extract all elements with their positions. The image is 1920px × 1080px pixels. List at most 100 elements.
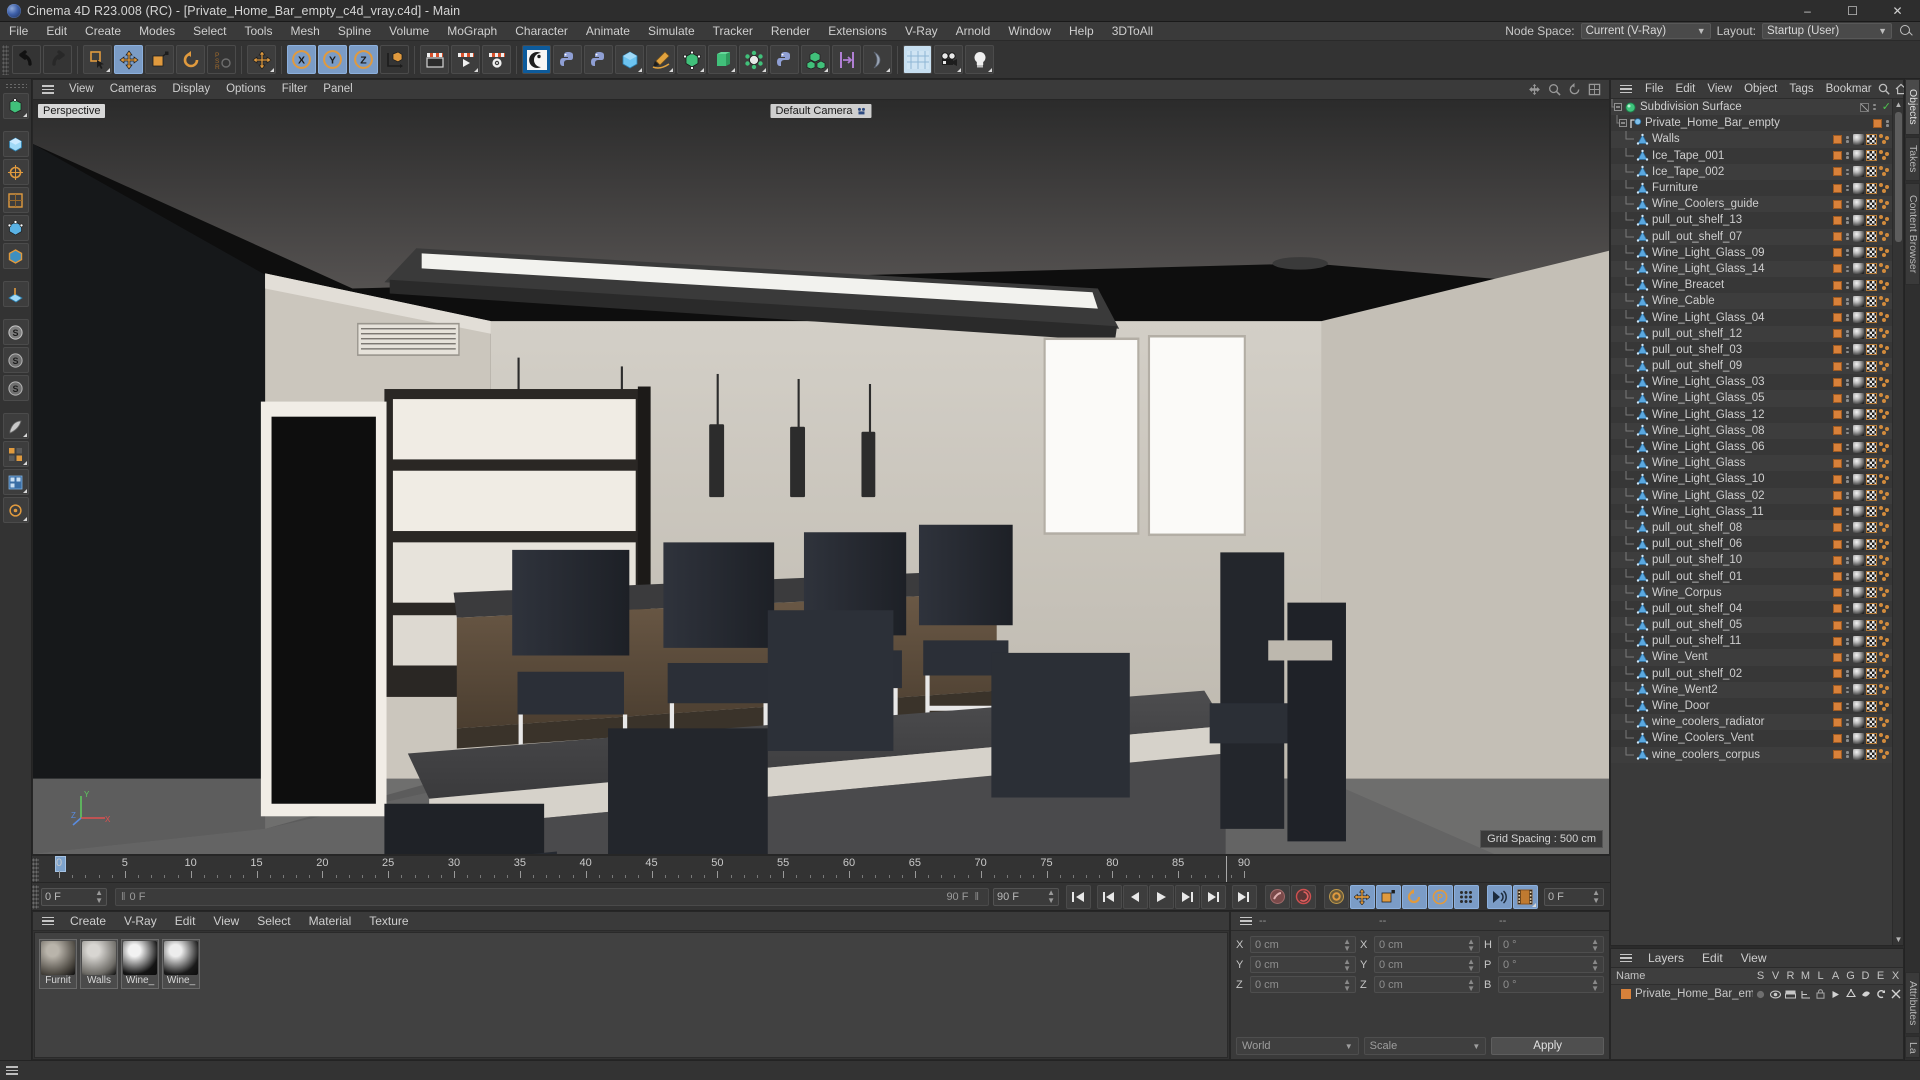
size-y-field[interactable]: 0 cm ▲ ▼ [1374, 956, 1480, 973]
phong-tag-icon[interactable] [1879, 392, 1891, 404]
material-tag-icon[interactable] [1853, 554, 1864, 566]
object-menu-file[interactable]: File [1639, 80, 1670, 99]
range-handle-icon[interactable]: ‖ [121, 891, 126, 903]
object-layer-color[interactable] [1833, 474, 1843, 484]
phong-tag-icon[interactable] [1879, 376, 1891, 388]
camera-label[interactable]: Default Camera [770, 104, 872, 118]
rotate-tool[interactable] [176, 45, 205, 74]
object-layer-color[interactable] [1833, 491, 1843, 501]
phong-tag-icon[interactable] [1879, 295, 1891, 307]
uv-tag-icon[interactable] [1866, 635, 1877, 647]
uv-tag-icon[interactable] [1866, 716, 1877, 728]
viewport-menu-view[interactable]: View [61, 80, 102, 99]
object-layer-color[interactable] [1833, 296, 1843, 306]
layer-manager-toggle[interactable] [1798, 990, 1813, 999]
material-tag-icon[interactable] [1853, 231, 1864, 243]
menu-help[interactable]: Help [1060, 22, 1103, 41]
phong-tag-icon[interactable] [1879, 457, 1891, 469]
object-menu-bookmark[interactable]: Bookmar [1820, 80, 1878, 99]
object-layer-color[interactable] [1833, 717, 1843, 727]
object-group-row[interactable]: Subdivision Surface ✓ [1611, 99, 1903, 116]
object-row[interactable]: Wine_Light_Glass_05 [1611, 390, 1903, 407]
material-tag-icon[interactable] [1853, 668, 1864, 680]
rotation-key-button[interactable] [1401, 884, 1427, 909]
scroll-up-icon[interactable]: ▲ [1893, 99, 1903, 110]
floor-object-button[interactable] [903, 45, 932, 74]
visibility-dots-icon[interactable] [1844, 557, 1851, 564]
material-tag-icon[interactable] [1853, 328, 1864, 340]
material-tag-icon[interactable] [1853, 312, 1864, 324]
layer-render-toggle[interactable] [1783, 990, 1798, 999]
object-row[interactable]: pull_out_shelf_13 [1611, 212, 1903, 229]
uv-tag-icon[interactable] [1866, 522, 1877, 534]
phong-tag-icon[interactable] [1879, 571, 1891, 582]
object-row[interactable]: Wine_Light_Glass_02 [1611, 487, 1903, 504]
object-layer-color[interactable] [1833, 248, 1843, 258]
material-tag-icon[interactable] [1853, 571, 1864, 583]
timeline-grip[interactable] [32, 858, 39, 882]
menu-mesh[interactable]: Mesh [281, 22, 328, 41]
layer-generator-toggle[interactable] [1843, 989, 1858, 999]
material-swatch[interactable]: Walls [80, 939, 118, 989]
uv-tag-icon[interactable] [1866, 376, 1877, 388]
material-swatch[interactable]: Wine_ [162, 939, 200, 989]
spinner-icon[interactable]: ▲ ▼ [1343, 957, 1351, 972]
uv-tag-icon[interactable] [1866, 554, 1877, 566]
extrude-nurbs-button[interactable] [708, 45, 737, 74]
cube-primitive-button[interactable] [615, 45, 644, 74]
object-layer-color[interactable] [1833, 733, 1843, 743]
visibility-dots-icon[interactable] [1844, 540, 1851, 548]
object-layer-color[interactable] [1833, 377, 1843, 387]
phong-tag-icon[interactable] [1879, 133, 1891, 145]
tree-expand-toggle[interactable] [1616, 115, 1629, 131]
cloner-object-button[interactable] [739, 45, 768, 74]
tab-attributes[interactable]: Attributes [1905, 972, 1920, 1034]
visibility-dots-icon[interactable] [1844, 298, 1851, 305]
object-layer-color[interactable] [1833, 442, 1843, 452]
material-tag-icon[interactable] [1853, 732, 1864, 744]
viewport-menu-filter[interactable]: Filter [274, 80, 316, 99]
object-row[interactable]: pull_out_shelf_03 [1611, 341, 1903, 358]
edges-mode-button[interactable] [2, 243, 29, 269]
lock-x-axis-button[interactable]: X [287, 45, 316, 74]
material-tag-icon[interactable] [1853, 684, 1864, 696]
scroll-down-icon[interactable]: ▼ [1893, 934, 1903, 945]
object-layer-color[interactable] [1833, 685, 1843, 695]
uv-tag-icon[interactable] [1866, 247, 1877, 259]
material-tag-icon[interactable] [1853, 522, 1864, 534]
hamburger-icon[interactable] [39, 912, 57, 930]
object-row[interactable]: Wine_Light_Glass_14 [1611, 260, 1903, 278]
phong-tag-icon[interactable] [1879, 231, 1891, 242]
object-layer-color[interactable] [1833, 215, 1843, 225]
autokeying-button[interactable] [1290, 884, 1316, 909]
object-layer-color[interactable] [1833, 620, 1843, 630]
material-tag-icon[interactable] [1853, 651, 1864, 663]
pen-spline-button[interactable] [646, 45, 675, 74]
uv-tag-icon[interactable] [1866, 279, 1877, 291]
object-tree-list[interactable]: Subdivision Surface ✓ Private_Home_Bar_emp… [1611, 99, 1903, 945]
size-x-field[interactable]: 0 cm ▲ ▼ [1374, 936, 1480, 953]
layer-xref-toggle[interactable] [1888, 989, 1903, 999]
size-mode-select[interactable]: Scale ▼ [1363, 1037, 1487, 1055]
spinner-icon[interactable]: ▲ ▼ [1591, 977, 1599, 992]
object-row[interactable]: pull_out_shelf_11 [1611, 633, 1903, 650]
phong-tag-icon[interactable] [1879, 279, 1891, 291]
spinner-icon[interactable]: ▲ ▼ [1467, 957, 1475, 972]
material-tag-icon[interactable] [1853, 376, 1864, 388]
visibility-dots-icon[interactable] [1844, 443, 1851, 451]
uv-tag-icon[interactable] [1866, 732, 1877, 744]
phong-tag-icon[interactable] [1879, 247, 1891, 258]
rotate-view-icon[interactable] [1568, 83, 1581, 96]
object-layer-color[interactable] [1833, 280, 1843, 290]
visibility-dots-icon[interactable] [1844, 168, 1851, 176]
object-row[interactable]: Wine_Vent [1611, 649, 1903, 666]
menu-simulate[interactable]: Simulate [639, 22, 704, 41]
snap-quantize-button[interactable]: S [2, 347, 29, 373]
frame-right-field[interactable]: 0 F ▲ ▼ [1544, 887, 1604, 906]
live-selection-tool[interactable] [83, 45, 112, 74]
previous-key-button[interactable] [1096, 884, 1122, 909]
uv-tag-icon[interactable] [1866, 166, 1877, 178]
phong-tag-icon[interactable] [1879, 360, 1891, 372]
material-tag-icon[interactable] [1853, 538, 1864, 550]
material-tag-icon[interactable] [1853, 133, 1864, 145]
